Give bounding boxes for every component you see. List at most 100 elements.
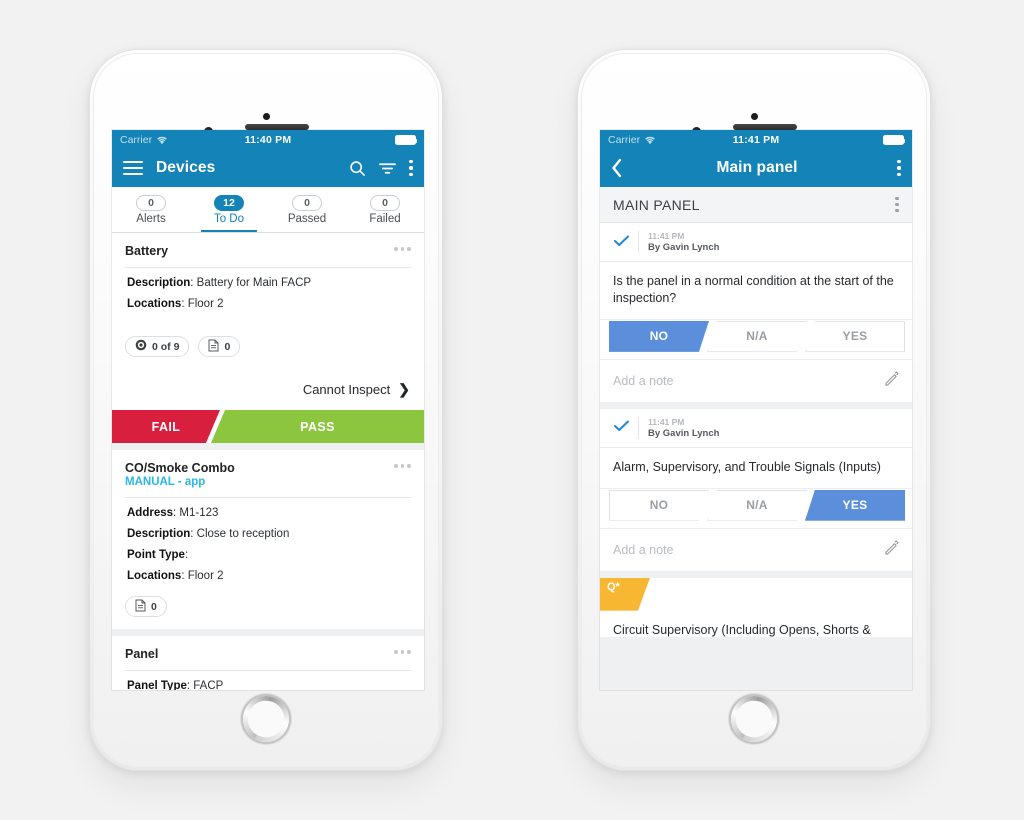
device-card-co-smoke-combo[interactable]: CO/Smoke Combo MANUAL - app Address: M1-…	[112, 450, 424, 629]
home-button[interactable]	[729, 694, 779, 744]
tab-alerts[interactable]: 0 Alerts	[112, 187, 190, 232]
field-value: M1-123	[179, 507, 219, 519]
device-list[interactable]: Battery Description: Battery for Main FA…	[112, 233, 424, 690]
meta-text: 11:41 PM By Gavin Lynch	[648, 231, 719, 253]
tab-passed-label: Passed	[287, 212, 327, 225]
answer-author: By Gavin Lynch	[648, 242, 720, 253]
device-card-panel[interactable]: Panel Panel Type: FACP	[112, 636, 424, 690]
status-bar-time: 11:40 PM	[244, 133, 292, 146]
field-label: Point Type	[127, 549, 185, 561]
question-tag[interactable]: Q*	[600, 578, 650, 611]
phone-left: Carrier 11:40 PM Devices 0 Alerts 12 To …	[90, 50, 442, 770]
field-description: Description: Battery for Main FACP	[127, 277, 312, 289]
cannot-inspect-row[interactable]: Cannot Inspect ❯	[112, 369, 424, 410]
field-locations: Locations: Floor 2	[127, 570, 224, 582]
meta-text: 11:41 PM By Gavin Lynch	[648, 417, 719, 439]
status-bar-left: Carrier 11:40 PM	[112, 130, 424, 149]
search-icon[interactable]	[349, 160, 366, 177]
checkmark-icon	[613, 234, 629, 251]
answer-author: By Gavin Lynch	[648, 427, 720, 439]
question-text: Alarm, Supervisory, and Trouble Signals …	[600, 448, 912, 489]
status-bar-right: Carrier 11:41 PM	[600, 130, 912, 149]
chevron-right-icon: ❯	[398, 381, 410, 397]
answer-buttons: NO N/A YES	[600, 489, 912, 522]
home-button[interactable]	[241, 694, 291, 744]
device-card-battery[interactable]: Battery Description: Battery for Main FA…	[112, 233, 424, 443]
field-label: Locations	[127, 298, 182, 310]
cannot-inspect-label: Cannot Inspect	[302, 382, 391, 397]
page-title: Devices	[156, 159, 216, 176]
more-horizontal-icon[interactable]	[394, 647, 411, 654]
chip-notes[interactable]: 0	[198, 336, 241, 357]
answer-no-button[interactable]: NO	[609, 321, 709, 352]
page-root: Carrier 11:40 PM Devices 0 Alerts 12 To …	[0, 0, 1024, 820]
question-card-1[interactable]: 11:41 PM By Gavin Lynch Is the panel in …	[600, 223, 912, 402]
note-placeholder: Add a note	[613, 373, 674, 388]
tab-alerts-label: Alerts	[136, 212, 166, 225]
device-fields: Address: M1-123 Description: Close to re…	[112, 498, 424, 582]
answer-yes-button[interactable]: YES	[805, 489, 905, 521]
field-label: Description	[127, 528, 191, 540]
field-point-type: Point Type:	[127, 549, 189, 561]
answer-buttons: NO N/A YES	[600, 320, 912, 353]
document-icon	[208, 339, 219, 355]
answer-time: 11:41 PM	[648, 416, 685, 427]
tab-todo[interactable]: 12 To Do	[190, 187, 268, 232]
more-horizontal-icon[interactable]	[394, 461, 411, 468]
question-card-3[interactable]: Q* Circuit Supervisory (Including Opens,…	[600, 577, 912, 637]
question-text: Circuit Supervisory (Including Opens, Sh…	[600, 614, 912, 637]
card-header: CO/Smoke Combo MANUAL - app	[112, 450, 424, 488]
inspection-list[interactable]: MAIN PANEL 11:41 PM By Gavin Lynch Is th…	[600, 187, 912, 684]
app-bar-left: Devices	[112, 149, 424, 187]
tab-todo-count: 12	[214, 194, 244, 211]
answer-na-button[interactable]: N/A	[707, 321, 807, 352]
question-card-2[interactable]: 11:41 PM By Gavin Lynch Alarm, Superviso…	[600, 408, 912, 571]
tab-failed-label: Failed	[369, 212, 401, 225]
tab-alerts-count: 0	[136, 194, 166, 211]
app-bar-right: Main panel	[600, 149, 912, 187]
pass-button[interactable]: PASS	[211, 410, 424, 443]
battery-full-icon	[883, 134, 905, 145]
target-icon	[135, 339, 147, 354]
tag-row: Q*	[600, 577, 912, 615]
note-placeholder: Add a note	[613, 542, 674, 557]
answer-na-button[interactable]: N/A	[707, 490, 807, 521]
note-row[interactable]: Add a note	[600, 358, 912, 402]
battery-full-icon	[395, 134, 417, 145]
device-fields: Panel Type: FACP	[112, 671, 424, 690]
more-vertical-icon[interactable]	[895, 196, 899, 213]
field-locations: Locations: Floor 2	[127, 298, 224, 310]
answer-yes-button[interactable]: YES	[805, 320, 905, 352]
screen-right: Carrier 11:41 PM Main panel MAIN PANEL 1…	[600, 130, 912, 690]
tab-failed[interactable]: 0 Failed	[346, 187, 424, 232]
field-panel-type: Panel Type: FACP	[127, 680, 224, 690]
phone-right: Carrier 11:41 PM Main panel MAIN PANEL 1…	[578, 50, 930, 770]
more-horizontal-icon[interactable]	[394, 244, 411, 251]
verdict-bar: FAIL PASS	[112, 410, 424, 443]
field-value: Battery for Main FACP	[196, 277, 312, 289]
device-subtitle: MANUAL - app	[125, 476, 206, 488]
chip-notes[interactable]: 0	[125, 596, 167, 617]
page-title: Main panel	[716, 159, 798, 176]
field-address: Address: M1-123	[127, 507, 219, 519]
note-row[interactable]: Add a note	[600, 527, 912, 571]
chip-tasks[interactable]: 0 of 9	[125, 336, 190, 357]
tab-todo-label: To Do	[213, 212, 245, 225]
field-label: Description	[127, 277, 191, 289]
field-label: Address	[127, 507, 174, 519]
hamburger-menu-icon[interactable]	[123, 161, 143, 175]
chevron-left-icon[interactable]	[611, 158, 623, 178]
pencil-icon[interactable]	[884, 540, 899, 560]
pencil-icon[interactable]	[884, 371, 899, 391]
filter-icon[interactable]	[379, 161, 396, 175]
tab-passed[interactable]: 0 Passed	[268, 187, 346, 232]
device-chips: 0	[112, 591, 424, 629]
chip-notes-text: 0	[224, 340, 231, 353]
more-vertical-icon[interactable]	[409, 160, 413, 176]
answer-time: 11:41 PM	[648, 231, 685, 241]
answer-no-button[interactable]: NO	[609, 490, 709, 521]
status-bar-right-group	[883, 134, 905, 145]
more-vertical-icon[interactable]	[897, 160, 901, 176]
fail-button[interactable]: FAIL	[112, 410, 220, 443]
